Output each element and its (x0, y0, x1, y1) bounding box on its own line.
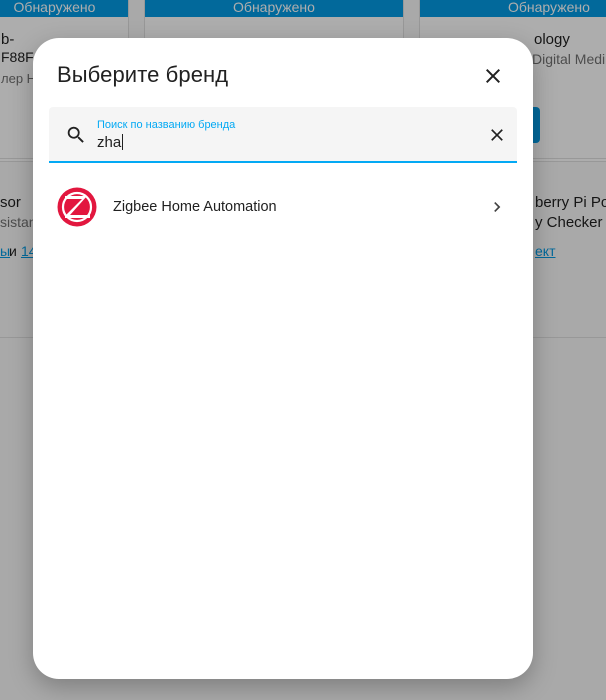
brand-search-field[interactable]: Поиск по названию бренда zha (49, 107, 517, 163)
chevron-right-icon (494, 202, 501, 212)
close-button[interactable] (473, 56, 513, 96)
zha-logo-icon (57, 187, 97, 227)
search-input[interactable]: zha (97, 134, 124, 151)
close-icon (486, 69, 500, 83)
clear-search-button[interactable] (477, 115, 517, 155)
search-icon (67, 126, 84, 143)
brand-list-item[interactable]: Zigbee Home Automation (33, 175, 533, 239)
dialog-title: Выберите бренд (57, 62, 229, 87)
clear-icon (491, 129, 503, 141)
search-input-value: zha (97, 134, 122, 151)
choose-brand-dialog: Выберите бренд Поиск по названию бренда … (33, 38, 533, 679)
search-label: Поиск по названию бренда (97, 119, 236, 131)
text-caret (122, 134, 124, 150)
brand-name: Zigbee Home Automation (113, 199, 277, 215)
